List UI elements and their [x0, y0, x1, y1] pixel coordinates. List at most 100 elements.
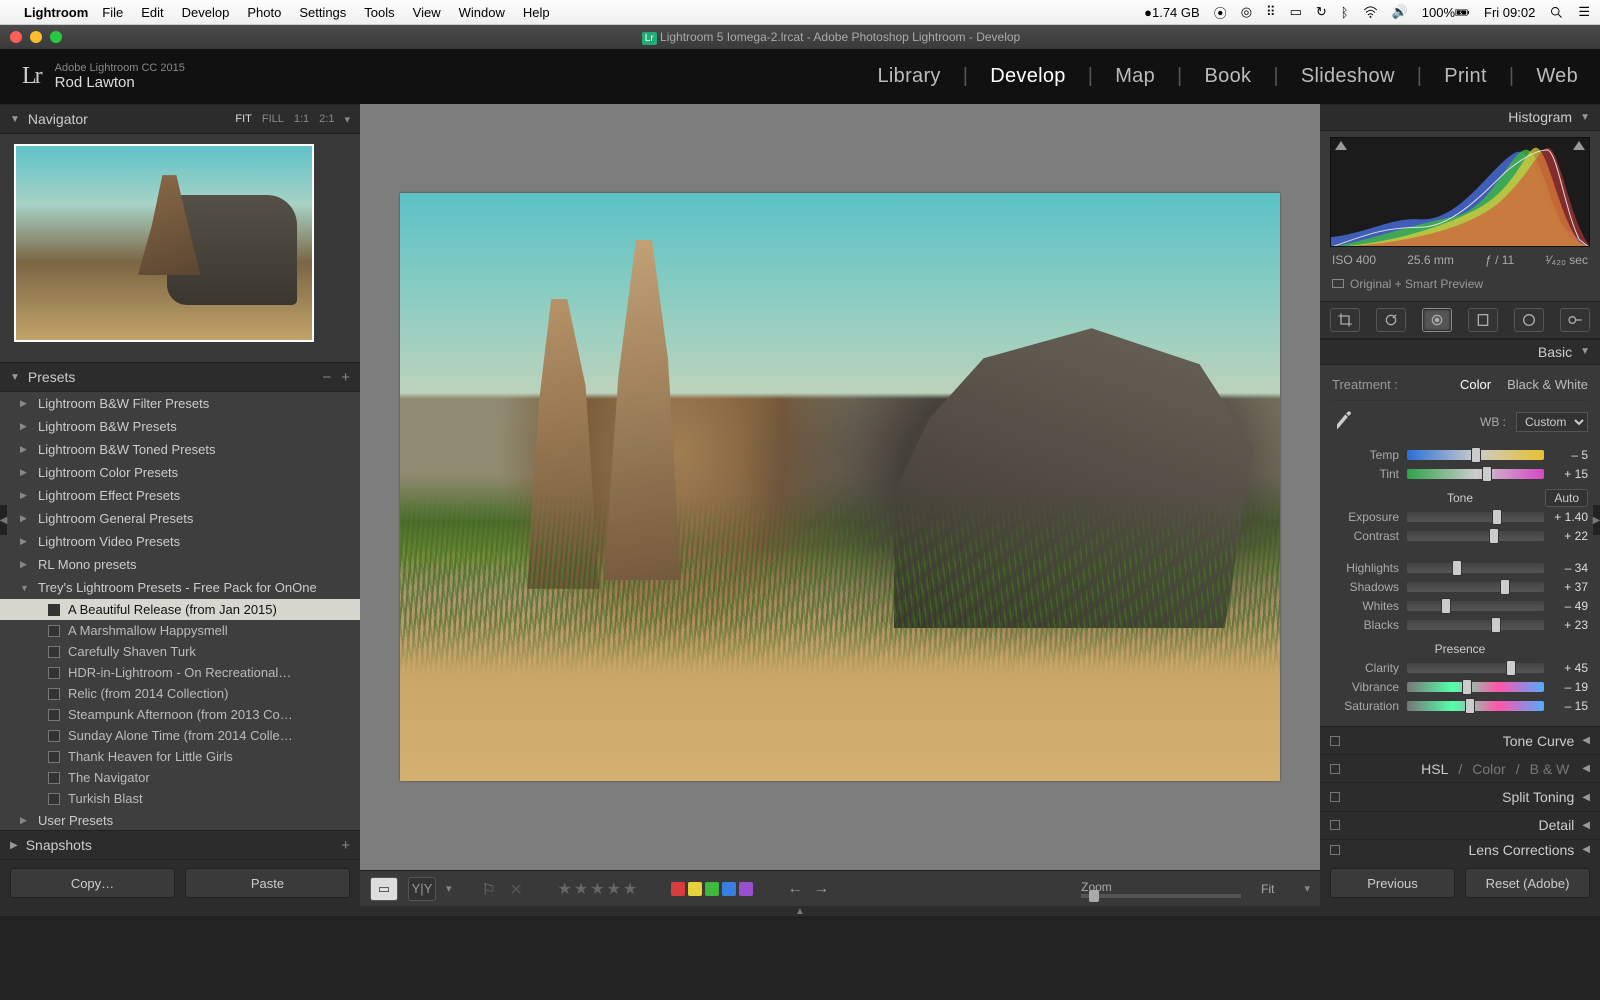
snapshots-add-button[interactable]: + [341, 837, 350, 854]
copy-button[interactable]: Copy… [10, 868, 175, 898]
module-book[interactable]: Book [1205, 65, 1252, 88]
disclosure-icon[interactable]: ▶ [20, 421, 30, 432]
color-label-swatch[interactable] [722, 882, 736, 896]
preset-folder[interactable]: ▶Lightroom Color Presets [0, 461, 360, 484]
panel-switch-icon[interactable] [1330, 764, 1340, 774]
menu-window[interactable]: Window [459, 5, 505, 20]
tint-value[interactable]: + 15 [1544, 467, 1588, 481]
temp-slider[interactable] [1407, 450, 1544, 460]
shadows-value[interactable]: + 37 [1544, 580, 1588, 594]
treatment-color[interactable]: Color [1460, 377, 1491, 392]
preset-item[interactable]: HDR-in-Lightroom - On Recreational… [0, 662, 360, 683]
reset-button[interactable]: Reset (Adobe) [1465, 868, 1590, 898]
dropbox-icon[interactable]: ⠿ [1266, 4, 1276, 20]
preset-item[interactable]: Carefully Shaven Turk [0, 641, 360, 662]
airplay-icon[interactable]: ▭ [1290, 4, 1302, 20]
identity-plate[interactable]: Adobe Lightroom CC 2015 Rod Lawton [55, 62, 185, 91]
panel-switch-icon[interactable] [1330, 736, 1340, 746]
hsl-panel[interactable]: HSL/Color/B & W◀ [1320, 754, 1600, 782]
volume-icon[interactable]: 🔊 [1392, 4, 1408, 20]
before-after-button[interactable]: Y|Y [408, 877, 436, 901]
color-label-swatch[interactable] [739, 882, 753, 896]
right-panel-handle[interactable]: ▶ [1593, 505, 1600, 535]
disclosure-icon[interactable]: ▶ [10, 840, 18, 851]
temp-value[interactable]: – 5 [1544, 448, 1588, 462]
contrast-slider[interactable] [1407, 531, 1544, 541]
preset-folder[interactable]: ▶Lightroom General Presets [0, 507, 360, 530]
detail-panel[interactable]: Detail◀ [1320, 811, 1600, 839]
photo-preview[interactable] [400, 193, 1280, 781]
vibrance-value[interactable]: – 19 [1544, 680, 1588, 694]
menu-photo[interactable]: Photo [247, 5, 281, 20]
disclosure-icon[interactable]: ▼ [20, 583, 30, 593]
module-slideshow[interactable]: Slideshow [1301, 65, 1395, 88]
timemachine-icon[interactable]: ↻ [1316, 4, 1327, 20]
module-library[interactable]: Library [878, 65, 941, 88]
zoom-slider[interactable] [1081, 894, 1241, 898]
menu-file[interactable]: File [102, 5, 123, 20]
preset-folder[interactable]: ▶Lightroom B&W Toned Presets [0, 438, 360, 461]
color-label-swatch[interactable] [671, 882, 685, 896]
preset-item[interactable]: A Marshmallow Happysmell [0, 620, 360, 641]
preset-folder[interactable]: ▶Lightroom Effect Presets [0, 484, 360, 507]
battery-indicator[interactable]: 100% [1422, 5, 1470, 20]
menu-view[interactable]: View [413, 5, 441, 20]
preset-item[interactable]: Sunday Alone Time (from 2014 Colle… [0, 725, 360, 746]
menu-settings[interactable]: Settings [299, 5, 346, 20]
clarity-value[interactable]: + 45 [1544, 661, 1588, 675]
histogram-graph[interactable] [1330, 137, 1590, 247]
presets-remove-button[interactable]: − [322, 369, 331, 386]
tone-curve-panel[interactable]: Tone Curve◀ [1320, 726, 1600, 754]
disclosure-icon[interactable]: ▶ [20, 559, 30, 570]
bluetooth-icon[interactable]: ᛒ [1341, 5, 1349, 20]
notifications-icon[interactable]: ☰ [1578, 4, 1590, 20]
panel-switch-icon[interactable] [1330, 820, 1340, 830]
left-panel-handle[interactable]: ◀ [0, 505, 7, 535]
treatment-bw[interactable]: Black & White [1507, 377, 1588, 392]
disclosure-icon[interactable]: ▶ [20, 490, 30, 501]
nav-1to1[interactable]: 1:1 [294, 113, 309, 126]
preset-folder[interactable]: ▶User Presets [0, 809, 360, 830]
snapshots-header[interactable]: ▶ Snapshots + [0, 830, 360, 860]
menu-help[interactable]: Help [523, 5, 550, 20]
disclosure-icon[interactable]: ▶ [20, 536, 30, 547]
filmstrip-handle[interactable]: ▲ [0, 906, 1600, 916]
saturation-slider[interactable] [1407, 701, 1544, 711]
preset-item[interactable]: The Navigator [0, 767, 360, 788]
preset-item[interactable]: A Beautiful Release (from Jan 2015) [0, 599, 360, 620]
prev-photo-button[interactable]: ← [787, 880, 803, 898]
color-labels[interactable] [671, 882, 753, 896]
color-label-swatch[interactable] [688, 882, 702, 896]
module-develop[interactable]: Develop [990, 65, 1065, 88]
presets-add-button[interactable]: + [341, 369, 350, 386]
preset-item[interactable]: Thank Heaven for Little Girls [0, 746, 360, 767]
paste-button[interactable]: Paste [185, 868, 350, 898]
status-dot-icon[interactable]: ⦿ [1214, 3, 1227, 22]
memory-indicator[interactable]: ● 1.74 GB [1144, 5, 1200, 20]
radial-filter-tool[interactable] [1514, 308, 1544, 332]
histogram-header[interactable]: Histogram ▼ [1320, 104, 1600, 131]
nav-zoom-dropdown-icon[interactable]: ▾ [344, 113, 350, 126]
preset-folder[interactable]: ▶Lightroom B&W Filter Presets [0, 392, 360, 415]
redeye-tool[interactable] [1422, 308, 1452, 332]
preview-mode-label[interactable]: Original + Smart Preview [1330, 273, 1590, 299]
lens-panel[interactable]: Lens Corrections◀ [1320, 839, 1600, 860]
wifi-icon[interactable] [1363, 5, 1378, 20]
zoom-window-icon[interactable] [50, 31, 62, 43]
flag-reject-icon[interactable]: ✕ [510, 880, 528, 898]
previous-button[interactable]: Previous [1330, 868, 1455, 898]
menu-tools[interactable]: Tools [364, 5, 394, 20]
disclosure-icon[interactable]: ▶ [20, 815, 30, 826]
preset-folder[interactable]: ▶Lightroom Video Presets [0, 530, 360, 553]
preset-item[interactable]: Turkish Blast [0, 788, 360, 809]
cc-icon[interactable]: ◎ [1241, 4, 1252, 20]
disclosure-icon[interactable]: ▶ [20, 467, 30, 478]
loupe-view-button[interactable]: ▭ [370, 877, 398, 901]
spotlight-icon[interactable] [1549, 5, 1564, 20]
disclosure-icon[interactable]: ▼ [10, 114, 20, 125]
wb-dropdown[interactable]: Custom [1516, 412, 1588, 432]
minimize-window-icon[interactable] [30, 31, 42, 43]
nav-fill[interactable]: FILL [262, 113, 284, 126]
presets-list[interactable]: ▶Lightroom B&W Filter Presets ▶Lightroom … [0, 392, 360, 830]
disclosure-icon[interactable]: ▼ [1580, 112, 1590, 123]
